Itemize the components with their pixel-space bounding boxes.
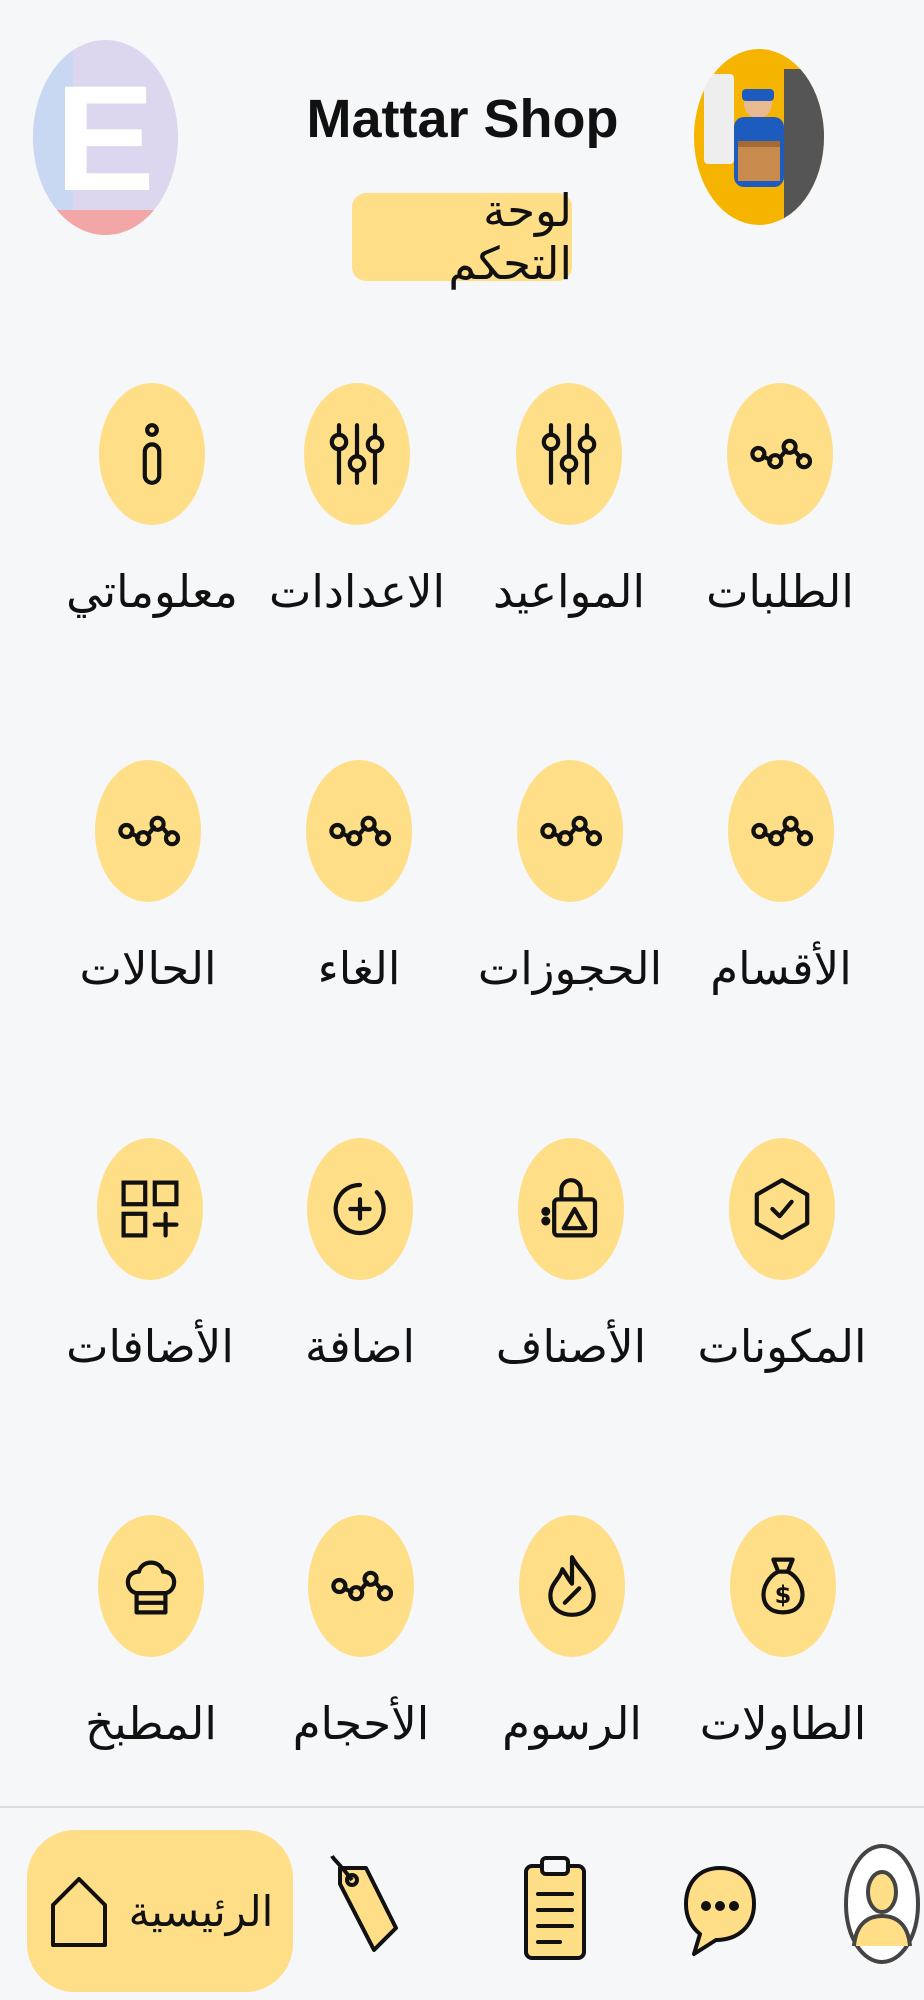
chat-icon [684,1866,756,1956]
grid-label: الاعدادات [268,565,446,618]
grid-label: المواعيد [492,565,646,618]
grid-label: الغاء [317,942,401,995]
chef-hat-icon [125,1560,177,1615]
clipboard-icon [524,1856,586,1960]
grid-item-settings[interactable]: الاعدادات [257,383,457,618]
money-bag-icon: $ [761,1557,805,1615]
grid-item-my-info[interactable]: معلوماتي [52,383,252,618]
svg-text:$: $ [775,1581,792,1609]
shopping-bag-icon [541,1178,598,1238]
nodes-icon [751,815,814,847]
grid-label: الحالات [79,942,217,995]
logo-letter: E [55,54,155,222]
grid-label: المكونات [697,1320,867,1373]
grid-label: المطبخ [85,1697,217,1750]
grid-item-fees[interactable]: الرسوم [472,1515,672,1750]
grid-label: الحجوزات [477,942,663,995]
grid-item-bookings[interactable]: الحجوزات [470,760,670,995]
sliders-icon [541,423,597,485]
grid-label: معلوماتي [66,565,238,618]
nodes-icon [118,815,181,847]
grid-item-statuses[interactable]: الحالات [48,760,248,995]
flame-icon [548,1555,596,1617]
nodes-icon [331,1570,394,1602]
grid-item-sizes[interactable]: الأحجام [261,1515,461,1750]
nav-tags-button[interactable] [330,1854,402,1964]
grid-label: الطلبات [706,565,854,618]
grid-item-kitchen[interactable]: المطبخ [51,1515,251,1750]
brand-logo[interactable]: E [33,40,178,235]
add-grid-icon [121,1180,179,1238]
nav-chat-button[interactable] [682,1860,758,1960]
sliders-icon [329,423,385,485]
grid-label: الرسوم [502,1697,642,1750]
grid-label: اضافة [304,1320,416,1373]
grid-label: الأحجام [292,1697,430,1750]
grid-label: الأصناف [495,1320,647,1373]
nav-profile-button[interactable] [842,1842,922,1966]
bottom-nav: الرئيسية [0,1808,924,2000]
grid-item-add[interactable]: اضافة [260,1138,460,1373]
grid-item-cancel[interactable]: الغاء [259,760,459,995]
dashboard-chip: لوحة التحكم [352,184,572,290]
nodes-icon [540,815,603,847]
shop-title: Mattar Shop [306,89,619,149]
tag-icon [330,1854,398,1952]
grid-item-categories[interactable]: الأصناف [471,1138,671,1373]
grid-item-tables[interactable]: $ الطاولات [683,1515,883,1750]
shop-avatar[interactable] [694,49,824,225]
grid-item-ingredients[interactable]: المكونات [682,1138,882,1373]
grid-item-orders[interactable]: الطلبات [680,383,880,618]
nav-home-label: الرئيسية [128,1886,274,1936]
add-circle-icon [333,1182,386,1236]
grid-item-appointments[interactable]: المواعيد [469,383,669,618]
nodes-icon [750,438,813,470]
grid-label: الطاولات [699,1697,867,1750]
hexagon-icon [754,1178,810,1240]
nav-home-button[interactable]: الرئيسية [27,1830,293,1992]
grid-item-sections[interactable]: الأقسام [681,760,881,995]
profile-icon [844,1844,920,1964]
info-icon [142,423,162,485]
nodes-icon [329,815,392,847]
grid-item-addons[interactable]: الأضافات [50,1138,250,1373]
grid-label: الأضافات [66,1320,234,1373]
grid-label: الأقسام [710,942,852,995]
nav-orders-button[interactable] [520,1854,592,1964]
home-icon [50,1877,107,1947]
header: E Mattar Shop لوحة التحكم [0,0,924,300]
